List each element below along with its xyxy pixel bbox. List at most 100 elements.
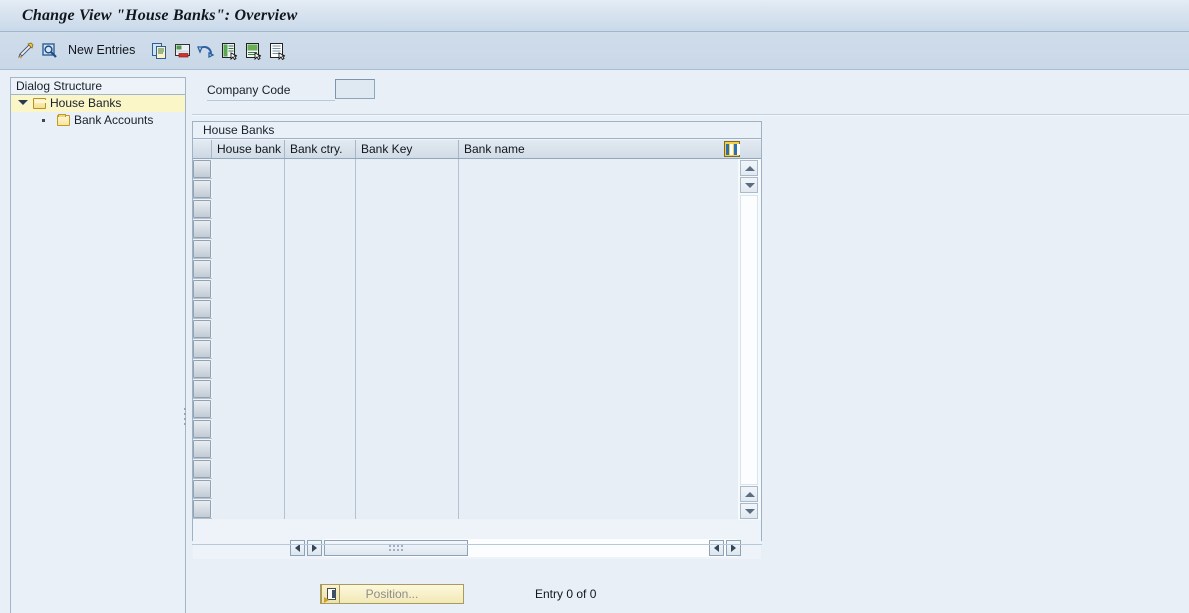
company-code-input[interactable] [335,79,375,99]
table-cell-bank_ctry[interactable] [285,359,356,379]
table-cell-house_bank[interactable] [212,359,285,379]
position-icon[interactable] [321,584,340,604]
vertical-scroll-track[interactable] [740,195,758,485]
deselect-all-icon[interactable] [268,41,288,61]
table-cell-bank_name[interactable] [459,219,738,239]
vertical-scrollbar[interactable] [738,159,761,520]
row-select-button[interactable] [193,240,211,258]
table-cell-bank_name[interactable] [459,179,738,199]
table-cell-bank_ctry[interactable] [285,259,356,279]
table-cell-bank_key[interactable] [356,159,459,179]
table-row[interactable] [193,259,761,279]
table-cell-bank_name[interactable] [459,359,738,379]
table-cell-house_bank[interactable] [212,239,285,259]
row-select-button[interactable] [193,480,211,498]
table-cell-bank_ctry[interactable] [285,319,356,339]
column-header-house-bank[interactable]: House bank [212,140,285,158]
copy-as-icon[interactable] [150,41,170,61]
scroll-right-icon[interactable] [726,540,741,556]
table-cell-house_bank[interactable] [212,319,285,339]
scroll-down-icon[interactable] [740,177,758,193]
row-select-button[interactable] [193,300,211,318]
table-row[interactable] [193,479,761,499]
row-select-button[interactable] [193,360,211,378]
table-row[interactable] [193,199,761,219]
table-cell-bank_key[interactable] [356,459,459,479]
other-entry-icon[interactable] [40,41,60,61]
table-row[interactable] [193,319,761,339]
table-cell-bank_name[interactable] [459,159,738,179]
select-all-icon[interactable] [220,41,240,61]
scroll-up-icon[interactable] [740,486,758,502]
table-cell-bank_name[interactable] [459,279,738,299]
row-select-button[interactable] [193,220,211,238]
horizontal-scroll-track[interactable] [324,539,737,557]
row-select-button[interactable] [193,340,211,358]
table-cell-bank_key[interactable] [356,479,459,499]
table-row[interactable] [193,399,761,419]
table-row[interactable] [193,379,761,399]
table-row[interactable] [193,279,761,299]
table-cell-house_bank[interactable] [212,379,285,399]
table-cell-house_bank[interactable] [212,459,285,479]
expand-triangle-icon[interactable] [18,100,28,105]
table-cell-bank_name[interactable] [459,339,738,359]
row-select-button[interactable] [193,440,211,458]
select-block-icon[interactable] [244,41,264,61]
row-select-button[interactable] [193,160,211,178]
table-row[interactable] [193,299,761,319]
new-entries-button[interactable]: New Entries [68,43,135,57]
table-cell-bank_ctry[interactable] [285,159,356,179]
table-cell-bank_key[interactable] [356,419,459,439]
table-row[interactable] [193,459,761,479]
column-header-bank-key[interactable]: Bank Key [356,140,459,158]
table-cell-bank_ctry[interactable] [285,379,356,399]
table-cell-house_bank[interactable] [212,219,285,239]
table-cell-bank_name[interactable] [459,439,738,459]
sidebar-item-bank-accounts[interactable]: Bank Accounts [11,112,185,129]
table-cell-bank_name[interactable] [459,299,738,319]
table-row[interactable] [193,239,761,259]
table-cell-bank_ctry[interactable] [285,299,356,319]
row-select-button[interactable] [193,280,211,298]
table-cell-bank_key[interactable] [356,399,459,419]
delete-icon[interactable] [173,41,193,61]
table-row[interactable] [193,159,761,179]
row-select-button[interactable] [193,320,211,338]
table-cell-bank_ctry[interactable] [285,339,356,359]
scroll-left-icon[interactable] [290,540,305,556]
undo-change-icon[interactable] [196,41,216,61]
table-row[interactable] [193,339,761,359]
table-cell-bank_key[interactable] [356,499,459,519]
table-cell-bank_key[interactable] [356,179,459,199]
column-header-bank-ctry[interactable]: Bank ctry. [285,140,356,158]
table-cell-bank_ctry[interactable] [285,499,356,519]
table-cell-house_bank[interactable] [212,299,285,319]
table-cell-bank_name[interactable] [459,419,738,439]
table-cell-bank_name[interactable] [459,259,738,279]
table-row[interactable] [193,359,761,379]
scroll-left-icon[interactable] [709,540,724,556]
table-cell-bank_ctry[interactable] [285,399,356,419]
table-cell-bank_name[interactable] [459,379,738,399]
horizontal-scroll-thumb[interactable] [324,540,468,556]
position-button[interactable]: Position... [320,584,464,604]
table-cell-bank_ctry[interactable] [285,439,356,459]
scroll-down-icon[interactable] [740,503,758,519]
scroll-right-icon[interactable] [307,540,322,556]
scroll-up-icon[interactable] [740,160,758,176]
display-change-icon[interactable] [16,41,36,61]
table-cell-bank_ctry[interactable] [285,279,356,299]
table-cell-house_bank[interactable] [212,499,285,519]
row-select-button[interactable] [193,500,211,518]
table-cell-house_bank[interactable] [212,439,285,459]
column-header-bank-name[interactable]: Bank name [459,140,738,158]
table-row[interactable] [193,499,761,519]
table-cell-bank_key[interactable] [356,339,459,359]
table-row[interactable] [193,419,761,439]
table-cell-house_bank[interactable] [212,339,285,359]
table-cell-bank_key[interactable] [356,279,459,299]
table-cell-house_bank[interactable] [212,419,285,439]
table-cell-bank_key[interactable] [356,439,459,459]
table-cell-house_bank[interactable] [212,479,285,499]
